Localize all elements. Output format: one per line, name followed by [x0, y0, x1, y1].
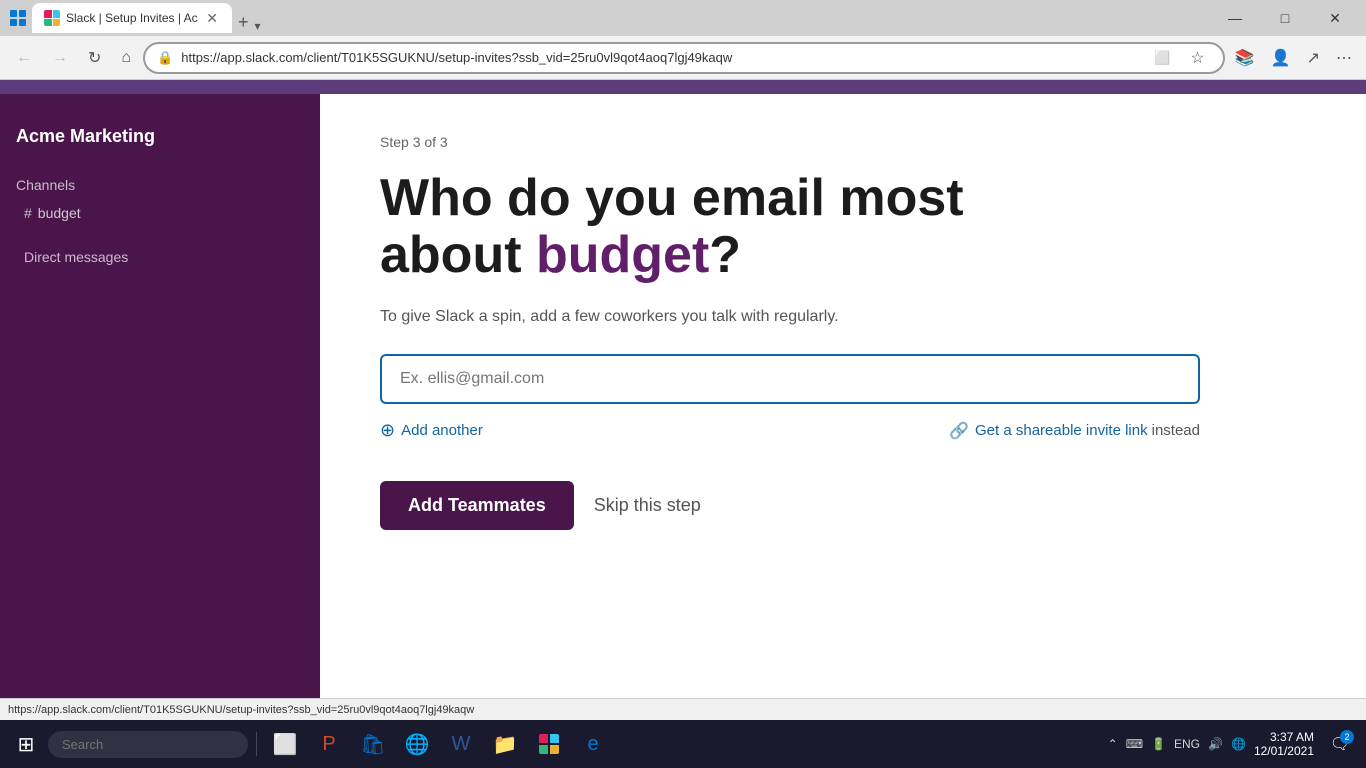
taskbar-app-powerpoint[interactable]: P: [309, 724, 349, 764]
window-controls: — □ ✕: [1212, 0, 1358, 36]
add-another-label: Add another: [401, 422, 483, 439]
word-icon: W: [452, 733, 471, 756]
forward-button[interactable]: →: [44, 45, 76, 71]
tab-bar: Slack | Setup Invites | Ac ✕ + ▾: [32, 3, 1208, 33]
step-indicator: Step 3 of 3: [380, 134, 1306, 150]
sign-in-button[interactable]: 👤: [1265, 44, 1297, 72]
address-input[interactable]: [181, 50, 1140, 65]
address-bar[interactable]: 🔒 ⬜ ☆: [143, 42, 1225, 74]
taskbar-app-slack[interactable]: [529, 724, 569, 764]
title-part1: Who do you email most: [380, 169, 964, 227]
main-content: Acme Marketing Channels # budget Direct …: [0, 94, 1366, 698]
battery-icon: 🔋: [1151, 737, 1166, 751]
invite-link-label: Get a shareable invite link: [975, 422, 1148, 439]
home-button[interactable]: ⌂: [113, 45, 139, 71]
status-bar: https://app.slack.com/client/T01K5SGUKNU…: [0, 698, 1366, 720]
windows-icon: ⊞: [18, 732, 35, 757]
sidebar: Acme Marketing Channels # budget Direct …: [0, 94, 320, 698]
taskbar-right: ⌃ ⌨ 🔋 ENG 🔊 🌐 3:37 AM 12/01/2021 🗨 2: [1108, 726, 1358, 762]
dm-label: Direct messages: [16, 241, 304, 273]
status-url: https://app.slack.com/client/T01K5SGUKNU…: [8, 704, 474, 716]
taskbar-search[interactable]: [48, 731, 248, 758]
split-screen-button[interactable]: ⬜: [1148, 46, 1176, 70]
title-part2: about: [380, 226, 536, 284]
notification-button[interactable]: 🗨 2: [1322, 726, 1358, 762]
taskbar: ⊞ ⬜ P 🛍 🌐 W 📁 e: [0, 720, 1366, 768]
collections-button[interactable]: 📚: [1229, 44, 1261, 72]
taskbar-app-task-view[interactable]: ⬜: [265, 724, 305, 764]
keyboard-icon: ⌨: [1126, 737, 1143, 751]
skip-step-button[interactable]: Skip this step: [594, 495, 701, 516]
toolbar-right: 📚 👤 ↗ ⋯: [1229, 44, 1358, 72]
notification-badge: 2: [1340, 730, 1354, 744]
slack-icon: [539, 734, 559, 754]
separator-1: [256, 732, 257, 756]
lock-icon: 🔒: [157, 50, 173, 66]
edge-icon: e: [587, 733, 598, 756]
chrome-icon: 🌐: [405, 732, 430, 757]
action-row: Add Teammates Skip this step: [380, 481, 1306, 530]
refresh-button[interactable]: ↻: [80, 44, 109, 72]
email-input-wrapper: [380, 354, 1200, 404]
start-button[interactable]: ⊞: [8, 726, 44, 762]
title-highlight: budget: [536, 226, 709, 284]
network-icon: 🌐: [1231, 737, 1246, 751]
page-subtitle: To give Slack a spin, add a few coworker…: [380, 308, 1306, 326]
file-explorer-icon: 📁: [493, 732, 518, 757]
add-circle-icon: ⊕: [380, 420, 395, 441]
title-part3: ?: [709, 226, 741, 284]
taskbar-app-explorer[interactable]: 📁: [485, 724, 525, 764]
sidebar-item-budget[interactable]: # budget: [16, 201, 304, 225]
invite-link-area: 🔗 Get a shareable invite link instead: [949, 421, 1200, 441]
email-input[interactable]: [380, 354, 1200, 404]
taskbar-app-edge[interactable]: e: [573, 724, 613, 764]
date-display: 12/01/2021: [1254, 744, 1314, 758]
tab-title: Slack | Setup Invites | Ac: [66, 11, 198, 25]
task-view-icon: ⬜: [273, 732, 298, 757]
language-indicator: ENG: [1174, 737, 1200, 751]
add-teammates-button[interactable]: Add Teammates: [380, 481, 574, 530]
maximize-button[interactable]: □: [1262, 0, 1308, 36]
volume-icon: 🔊: [1208, 737, 1223, 751]
tab-close-button[interactable]: ✕: [204, 9, 220, 27]
tab-favicon: [44, 10, 60, 26]
extension-bar: [0, 80, 1366, 94]
add-another-button[interactable]: ⊕ Add another: [380, 420, 483, 441]
system-tray: ⌃ ⌨ 🔋 ENG 🔊 🌐: [1108, 737, 1246, 751]
page-content: Step 3 of 3 Who do you email most about …: [320, 94, 1366, 698]
below-input-row: ⊕ Add another 🔗 Get a shareable invite l…: [380, 420, 1200, 441]
channels-label: Channels: [16, 177, 304, 193]
settings-menu-button[interactable]: ⋯: [1330, 44, 1358, 72]
back-button[interactable]: ←: [8, 45, 40, 71]
browser-titlebar: Slack | Setup Invites | Ac ✕ + ▾ — □ ✕: [0, 0, 1366, 36]
titlebar-left: [8, 8, 28, 28]
new-tab-button[interactable]: +: [232, 12, 255, 33]
chevron-icon[interactable]: ⌃: [1108, 737, 1118, 751]
time-display: 3:37 AM: [1270, 730, 1314, 744]
hash-icon: #: [24, 205, 32, 221]
minimize-button[interactable]: —: [1212, 0, 1258, 36]
taskbar-app-store[interactable]: 🛍: [353, 724, 393, 764]
store-icon: 🛍: [360, 732, 385, 757]
taskbar-app-word[interactable]: W: [441, 724, 481, 764]
link-icon: 🔗: [949, 421, 969, 441]
tab-dropdown-button[interactable]: ▾: [255, 19, 261, 33]
workspace-name: Acme Marketing: [16, 114, 304, 177]
page-title: Who do you email most about budget?: [380, 170, 1200, 284]
browser-frame: Slack | Setup Invites | Ac ✕ + ▾ — □ ✕ ←…: [0, 0, 1366, 768]
powerpoint-icon: P: [322, 733, 335, 756]
active-tab[interactable]: Slack | Setup Invites | Ac ✕: [32, 3, 232, 33]
channel-name: budget: [38, 205, 81, 221]
favorites-button[interactable]: ☆: [1184, 44, 1210, 72]
share-button[interactable]: ↗: [1301, 44, 1326, 72]
browser-toolbar: ← → ↻ ⌂ 🔒 ⬜ ☆ 📚 👤 ↗ ⋯: [0, 36, 1366, 80]
clock: 3:37 AM 12/01/2021: [1254, 730, 1314, 758]
browser-icon: [8, 8, 28, 28]
instead-text: instead: [1152, 422, 1200, 439]
get-invite-link-button[interactable]: 🔗 Get a shareable invite link: [949, 421, 1148, 441]
taskbar-app-chrome[interactable]: 🌐: [397, 724, 437, 764]
close-button[interactable]: ✕: [1312, 0, 1358, 36]
